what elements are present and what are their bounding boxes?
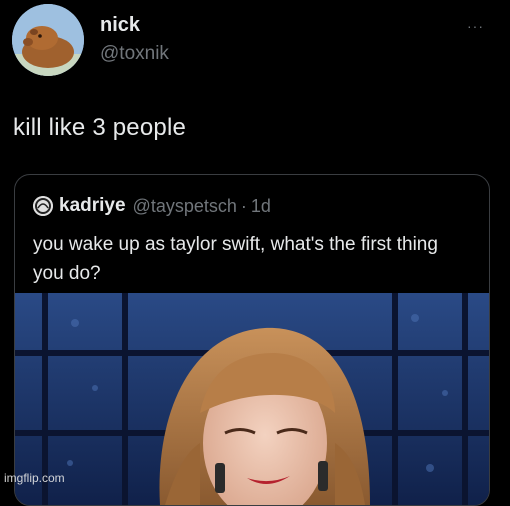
tweet-card: nick @toxnik ··· kill like 3 people kadr…	[0, 0, 510, 506]
quoted-tweet[interactable]: kadriye @tayspetsch · 1d you wake up as …	[14, 174, 490, 506]
time-separator: ·	[240, 195, 247, 216]
quoted-tweet-header: kadriye @tayspetsch · 1d	[33, 195, 271, 217]
watermark: imgflip.com	[4, 471, 65, 485]
tweet-text: kill like 3 people	[13, 114, 187, 141]
quoted-tweet-text: you wake up as taylor swift, what's the …	[33, 234, 438, 284]
capybara-avatar-icon[interactable]	[12, 4, 84, 76]
author-handle[interactable]: @toxnik	[100, 43, 169, 65]
quoted-author-display-name[interactable]: kadriye	[59, 195, 126, 217]
more-options-icon[interactable]: ···	[467, 18, 484, 34]
quoted-author-handle[interactable]: @tayspetsch	[133, 196, 237, 217]
quoted-tweet-time[interactable]: 1d	[251, 196, 271, 217]
author-display-name[interactable]: nick	[100, 14, 140, 37]
video-thumbnail-icon[interactable]	[15, 293, 489, 505]
quoted-avatar-icon[interactable]	[33, 196, 53, 216]
